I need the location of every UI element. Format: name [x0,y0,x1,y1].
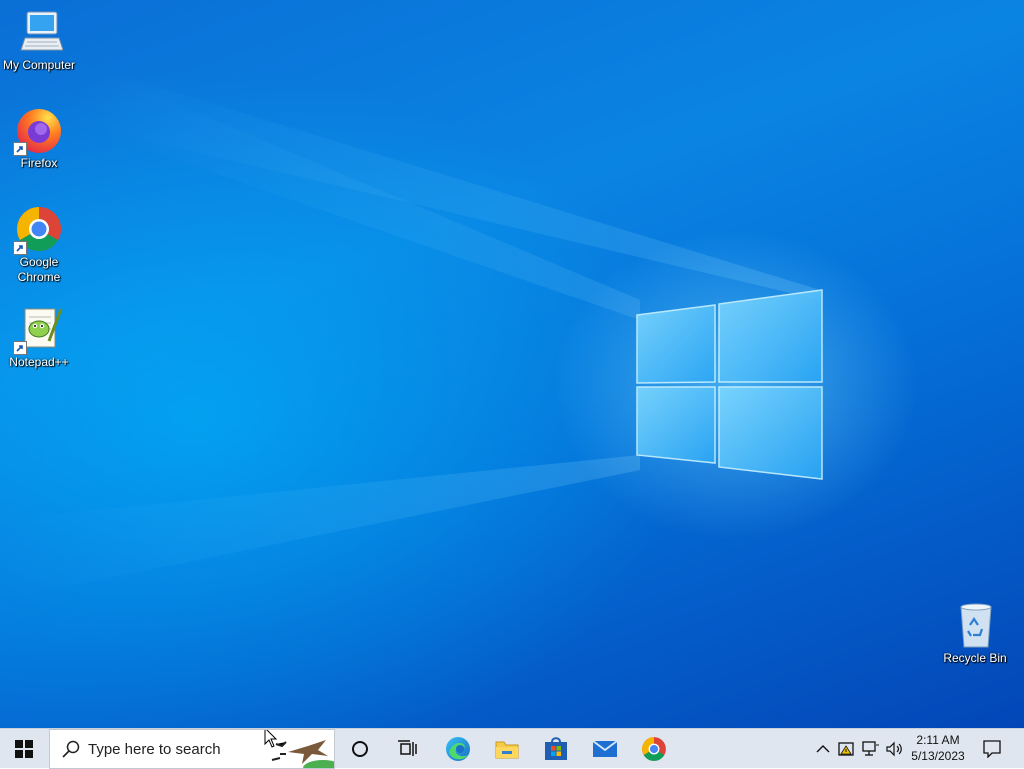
desktop-icon-label: Google Chrome [17,255,61,284]
start-icon [15,740,33,758]
notepad-plus-plus-icon [13,305,63,355]
microsoft-store-icon [545,737,567,760]
wallpaper-beams [0,60,820,600]
notification-icon [983,740,1001,758]
desktop-icon-google-chrome[interactable]: Google Chrome [1,205,77,285]
volume-icon [886,741,902,757]
file-explorer-icon [495,741,519,759]
microsoft-store-taskbar-button[interactable] [532,729,580,769]
security-alert-icon [838,742,854,756]
desktop[interactable]: My Computer Firefox Google Chrome Notepa… [0,0,1024,728]
task-view-icon [398,740,417,756]
network-icon [862,741,879,756]
tray-volume-button[interactable] [884,729,906,769]
tray-network-button[interactable] [860,729,882,769]
file-explorer-taskbar-button[interactable] [483,729,531,769]
search-highlight-geese-icon [271,740,334,768]
mail-taskbar-button[interactable] [581,729,629,769]
start-button[interactable] [0,729,48,769]
edge-taskbar-button[interactable] [434,729,482,769]
cortana-icon [352,741,368,757]
mail-icon [592,740,618,757]
action-center-button[interactable] [980,729,1004,769]
search-placeholder: Type here to search [88,741,221,758]
search-box[interactable]: Type here to search [49,729,335,769]
desktop-icon-notepad-plus-plus[interactable]: Notepad++ [1,305,77,370]
mouse-cursor-icon [264,730,278,748]
clock-date: 5/13/2023 [911,749,965,763]
taskbar: Type here to search 2:11 AM 5/13/2023 [0,728,1024,769]
desktop-icon-label: Notepad++ [9,355,69,369]
chrome-icon [642,737,666,761]
recycle-bin-icon [951,601,999,649]
taskbar-clock[interactable]: 2:11 AM 5/13/2023 [906,732,970,764]
task-view-button[interactable] [384,729,432,769]
shortcut-arrow-icon [13,142,27,156]
desktop-icon-my-computer[interactable]: My Computer [1,8,77,73]
edge-icon [446,737,470,761]
tray-security-button[interactable] [836,729,858,769]
clock-time: 2:11 AM [916,733,960,747]
desktop-icon-recycle-bin[interactable]: Recycle Bin [937,601,1013,666]
computer-icon [15,8,64,56]
search-icon [62,740,80,758]
chevron-up-icon [816,745,830,753]
chrome-taskbar-button[interactable] [630,729,678,769]
firefox-icon [13,106,63,156]
desktop-icon-label: Recycle Bin [943,651,1007,665]
desktop-icon-label: Firefox [20,156,58,170]
desktop-icon-firefox[interactable]: Firefox [1,106,77,171]
desktop-icon-label: My Computer [2,58,76,72]
shortcut-arrow-icon [13,341,27,355]
shortcut-arrow-icon [13,241,27,255]
windows-logo-wallpaper [636,289,823,480]
cortana-button[interactable] [336,729,384,769]
chrome-icon [13,205,63,255]
show-hidden-icons-button[interactable] [812,729,834,769]
